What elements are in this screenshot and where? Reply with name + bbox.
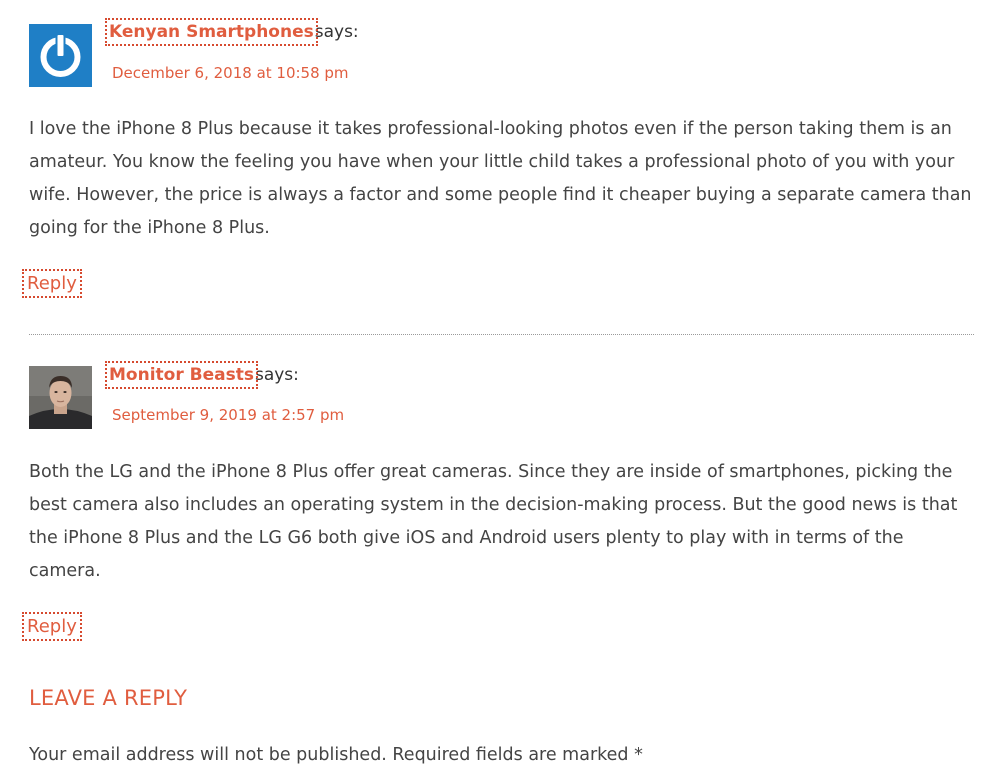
comment-author-link[interactable]: Kenyan Smartphones (105, 18, 318, 46)
comment-divider (29, 334, 974, 335)
comment-notes: Your email address will not be published… (29, 745, 643, 765)
comment-body: I love the iPhone 8 Plus because it take… (29, 119, 972, 238)
power-icon (29, 24, 92, 87)
comment-author-link[interactable]: Monitor Beasts (105, 361, 258, 389)
says-label: says: (314, 22, 359, 42)
comment-meta: Monitor Beastssays: (105, 361, 299, 389)
comment-date-link[interactable]: December 6, 2018 at 10:58 pm (112, 64, 349, 82)
comment-date-link[interactable]: September 9, 2019 at 2:57 pm (112, 406, 344, 424)
says-label: says: (254, 365, 299, 385)
reply-link[interactable]: Reply (22, 269, 82, 298)
reply-link[interactable]: Reply (22, 612, 82, 641)
avatar (29, 366, 92, 429)
comments-section: Kenyan Smartphonessays: December 6, 2018… (0, 0, 1000, 781)
leave-reply-heading: LEAVE A REPLY (29, 686, 188, 710)
person-photo (29, 366, 92, 429)
comment-meta: Kenyan Smartphonessays: (105, 18, 359, 46)
avatar (29, 24, 92, 87)
comment-body: Both the LG and the iPhone 8 Plus offer … (29, 462, 958, 581)
